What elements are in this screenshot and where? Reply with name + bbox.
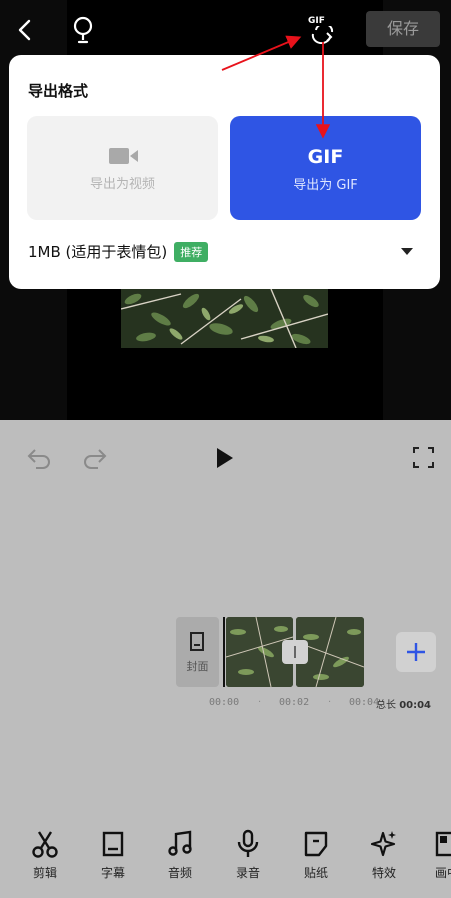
tool-sticker[interactable]: 贴纸 bbox=[291, 829, 341, 881]
export-gif-label: 导出为 GIF bbox=[293, 178, 358, 193]
scissors-icon bbox=[32, 831, 58, 858]
leaves-image bbox=[121, 289, 328, 348]
transition-handle[interactable] bbox=[282, 640, 308, 664]
undo-icon[interactable] bbox=[26, 447, 52, 469]
refresh-icon bbox=[311, 26, 334, 44]
back-icon[interactable] bbox=[12, 16, 40, 44]
tool-record[interactable]: 录音 bbox=[223, 829, 273, 881]
total-value: 00:04 bbox=[399, 700, 432, 711]
size-selector[interactable]: 1MB (适用于表情包) 推荐 bbox=[28, 241, 209, 262]
export-gif-option[interactable]: GIF 导出为 GIF bbox=[230, 116, 421, 220]
time-dot: · bbox=[328, 697, 332, 708]
dropdown-caret-icon[interactable] bbox=[401, 248, 413, 255]
tool-pip[interactable]: 画中 bbox=[426, 829, 451, 881]
export-video-option[interactable]: 导出为视频 bbox=[27, 116, 218, 220]
video-frame-image bbox=[121, 289, 328, 348]
gif-option-title: GIF bbox=[307, 146, 344, 168]
sticker-icon bbox=[304, 831, 328, 857]
export-video-label: 导出为视频 bbox=[89, 177, 155, 192]
subtitle-icon bbox=[102, 831, 124, 857]
video-camera-icon bbox=[109, 148, 138, 164]
tool-label: 音频 bbox=[167, 866, 192, 880]
recommend-badge: 推荐 bbox=[174, 241, 209, 262]
tool-audio[interactable]: 音频 bbox=[155, 829, 205, 881]
tool-edit[interactable]: 剪辑 bbox=[20, 829, 70, 881]
cover-label: 封面 bbox=[186, 660, 209, 673]
tool-label: 剪辑 bbox=[32, 866, 57, 880]
add-clip-button[interactable] bbox=[396, 632, 436, 672]
gif-switch-button[interactable]: GIF bbox=[304, 14, 338, 44]
tool-label: 录音 bbox=[235, 866, 260, 880]
lightbulb-icon[interactable] bbox=[70, 15, 96, 45]
tool-effects[interactable]: 特效 bbox=[359, 829, 409, 881]
tool-label: 贴纸 bbox=[303, 866, 328, 880]
panel-title: 导出格式 bbox=[28, 82, 89, 100]
playhead[interactable] bbox=[223, 617, 225, 687]
tool-label: 特效 bbox=[371, 866, 396, 880]
gif-switch-text: GIF bbox=[308, 16, 325, 26]
time-mark: 00:04 bbox=[349, 697, 380, 708]
redo-icon[interactable] bbox=[82, 447, 108, 469]
sparkle-icon bbox=[371, 831, 396, 857]
cover-icon bbox=[190, 632, 204, 651]
tool-label: 字幕 bbox=[100, 866, 125, 880]
plus-icon bbox=[407, 643, 425, 661]
total-label: 总长 bbox=[376, 700, 396, 711]
tool-label: 画中 bbox=[434, 866, 451, 880]
time-mark: 00:00 bbox=[209, 697, 240, 708]
picture-in-picture-icon bbox=[435, 831, 451, 857]
cover-button[interactable]: 封面 bbox=[176, 617, 219, 687]
microphone-icon bbox=[237, 829, 259, 857]
total-duration: 总长 00:04 bbox=[376, 696, 431, 711]
top-bar: GIF 保存 bbox=[0, 0, 451, 58]
export-format-panel: 导出格式 导出为视频 GIF 导出为 GIF 1MB (适用于表情包) 推荐 bbox=[9, 55, 440, 289]
fullscreen-icon[interactable] bbox=[413, 447, 434, 468]
music-icon bbox=[168, 830, 192, 856]
size-label: 1MB (适用于表情包) bbox=[28, 243, 168, 261]
time-dot: · bbox=[258, 697, 262, 708]
time-mark: 00:02 bbox=[279, 697, 310, 708]
tool-subtitle[interactable]: 字幕 bbox=[88, 829, 138, 881]
save-button[interactable]: 保存 bbox=[366, 11, 440, 47]
play-icon[interactable] bbox=[215, 447, 235, 469]
